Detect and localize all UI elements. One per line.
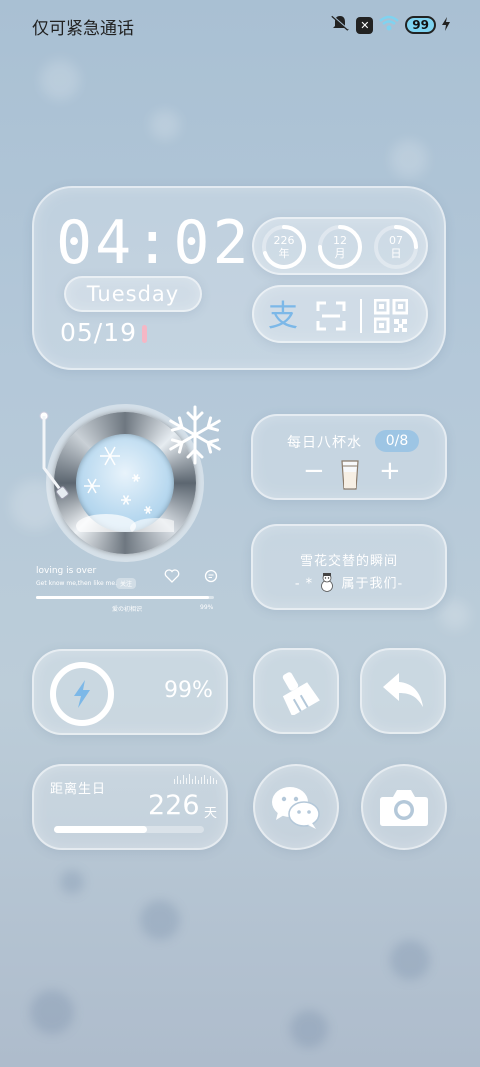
snow-blur-deco	[390, 940, 430, 980]
year-ring: 226 年	[260, 223, 308, 271]
snow-blur-deco	[60, 870, 84, 894]
snow-blur-deco	[290, 1010, 328, 1048]
clock-time: 04:02	[56, 208, 252, 278]
divider	[360, 299, 362, 333]
scan-icon[interactable]	[316, 301, 346, 335]
back-arrow-icon	[362, 650, 444, 732]
birthday-unit: 天	[204, 806, 218, 821]
battery-widget: 99%	[32, 649, 228, 735]
clock-date: 05/19	[60, 318, 138, 347]
month-ring: 12 月	[316, 223, 364, 271]
close-badge-icon: ✕	[356, 16, 374, 34]
alipay-icon[interactable]: 支	[266, 299, 302, 335]
quote-line-2: - * 属于我们-	[253, 572, 445, 596]
progress-percent: 99%	[200, 604, 214, 611]
birthday-progress-track	[54, 826, 204, 833]
carrier-label: 仅可紧急通话	[32, 19, 134, 39]
birthday-countdown-widget: 距离生日 226 天	[32, 764, 228, 850]
battery-percent: 99%	[164, 678, 213, 703]
milk-glass-icon	[340, 460, 360, 494]
comment-icon[interactable]	[204, 568, 218, 587]
song-progress-fill	[36, 596, 209, 599]
year-value: 226	[273, 234, 295, 247]
progress-label: 爱の初相识	[112, 606, 143, 613]
day-value: 07	[389, 234, 403, 247]
song-progress-track[interactable]	[36, 596, 214, 599]
tonearm	[36, 410, 76, 504]
month-unit: 月	[334, 247, 346, 260]
quick-pay-bar: 支	[252, 285, 428, 343]
wave-decoration	[174, 774, 217, 784]
water-plus-button[interactable]: +	[379, 456, 401, 486]
wechat-button[interactable]	[253, 764, 339, 850]
quote-widget: 雪花交替的瞬间 - * 属于我们-	[251, 524, 447, 610]
snow-blur-deco	[30, 990, 74, 1034]
year-unit: 年	[278, 247, 290, 260]
quote-line-1: 雪花交替的瞬间	[299, 554, 398, 569]
snow-blur-deco	[150, 110, 180, 140]
weekday-pill: Tuesday	[64, 276, 202, 312]
camera-icon	[363, 766, 445, 848]
day-unit: 日	[390, 247, 402, 260]
camera-button[interactable]	[361, 764, 447, 850]
quote-prefix: - *	[294, 576, 314, 592]
clock-widget[interactable]: 04:02 Tuesday 05/19 226 年 12 月 07 日 支	[32, 186, 446, 370]
water-tracker-widget: 每日八杯水 0/8 − +	[251, 414, 447, 500]
date-rings-panel: 226 年 12 月 07 日	[252, 217, 428, 275]
svg-text:支: 支	[268, 299, 298, 331]
brush-icon	[255, 650, 337, 732]
battery-ring	[50, 662, 114, 726]
qr-code-icon[interactable]	[373, 298, 409, 337]
birthday-label: 距离生日	[50, 782, 107, 797]
snow-blur-deco	[140, 900, 180, 940]
snow-blur-deco	[40, 60, 80, 100]
follow-tag[interactable]: 关注	[116, 578, 137, 589]
status-bar: 仅可紧急通话 ✕ 99	[0, 0, 480, 50]
song-subtitle: Get know me,then like me.	[36, 580, 117, 587]
date-marker	[142, 325, 147, 343]
water-minus-button[interactable]: −	[303, 456, 325, 486]
month-value: 12	[333, 234, 347, 247]
album-art	[76, 434, 182, 538]
wechat-icon	[255, 766, 337, 848]
birthday-progress-fill	[54, 826, 147, 833]
quote-suffix: 属于我们-	[341, 576, 404, 592]
back-button[interactable]	[360, 648, 446, 734]
charging-icon	[442, 16, 450, 35]
snow-blur-deco	[440, 600, 470, 630]
music-player-widget[interactable]: loving is over Get know me,then like me.…	[32, 400, 232, 620]
mute-icon	[330, 14, 350, 36]
snowman-icon	[318, 572, 336, 596]
song-title: loving is over	[36, 566, 97, 576]
heart-icon[interactable]	[164, 568, 180, 587]
day-ring: 07 日	[372, 223, 420, 271]
wifi-icon	[379, 15, 400, 35]
battery-indicator: 99	[405, 16, 436, 34]
cleaner-button[interactable]	[253, 648, 339, 734]
bolt-icon	[56, 668, 108, 720]
snowflake-icon	[164, 404, 226, 470]
water-title: 每日八杯水	[287, 435, 362, 451]
water-count-badge: 0/8	[375, 430, 419, 452]
birthday-days: 226	[148, 790, 200, 821]
status-icons: ✕ 99	[330, 14, 450, 36]
snow-blur-deco	[390, 140, 428, 178]
